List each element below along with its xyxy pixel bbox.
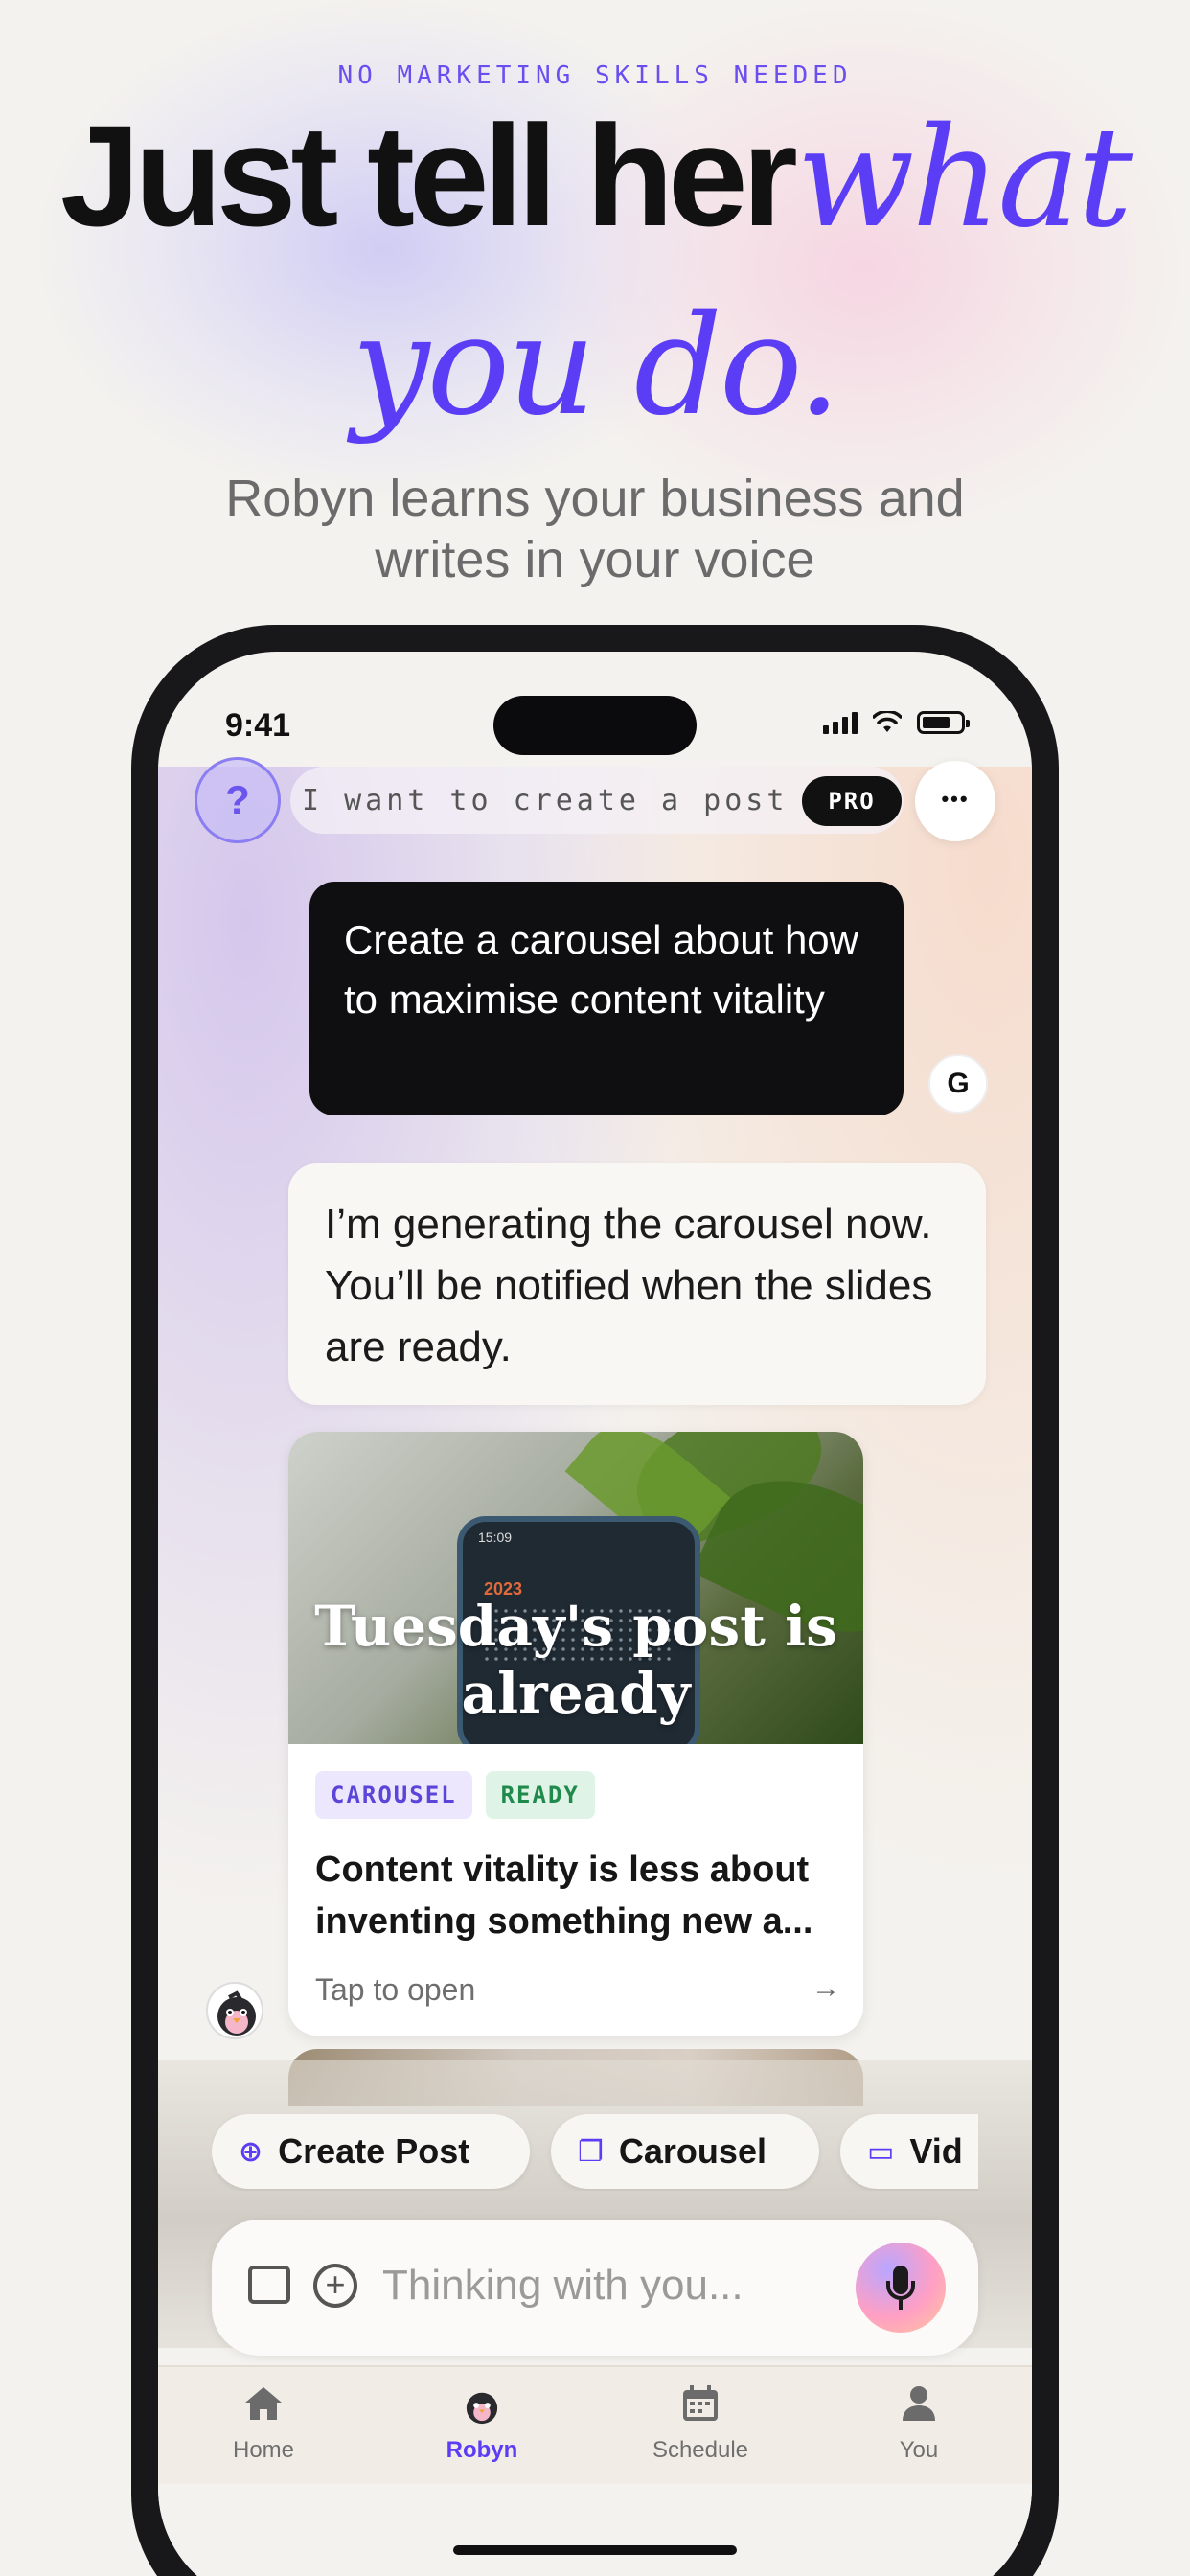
tab-bar: Home Robyn Schedule You	[158, 2365, 1032, 2484]
headline: Just tell her what you do.	[0, 104, 1190, 481]
assistant-message-bubble: I’m generating the carousel now. You’ll …	[288, 1163, 986, 1405]
video-label: Vid	[909, 2131, 963, 2171]
subhead-line-1: Robyn learns your business and	[225, 470, 965, 527]
tab-schedule[interactable]: Schedule	[605, 2384, 796, 2464]
user-avatar[interactable]: G	[928, 1054, 988, 1114]
carousel-icon: ❐	[578, 2135, 604, 2168]
voice-input-button[interactable]	[856, 2242, 946, 2333]
home-indicator	[453, 2545, 737, 2555]
headline-bold: Just tell her	[59, 95, 798, 256]
tap-to-open-label: Tap to open	[315, 1972, 476, 2007]
image-attach-icon[interactable]	[248, 2266, 290, 2304]
tab-home[interactable]: Home	[168, 2384, 359, 2464]
eyebrow-text: NO MARKETING SKILLS NEEDED	[337, 61, 853, 90]
carousel-preview-card[interactable]: 15:09 2023 Tuesday's post is already CAR…	[288, 1432, 863, 2036]
headline-italic-1: what	[796, 97, 1133, 258]
user-message-bubble: Create a carousel about how to maximise …	[309, 882, 904, 1116]
prompt-suggestion-pill[interactable]: I want to create a post … PRO	[290, 767, 904, 834]
plus-circle-icon: ⊕	[239, 2135, 263, 2168]
robyn-avatar	[206, 1982, 263, 2039]
home-icon	[245, 2387, 282, 2420]
add-attachment-icon[interactable]: +	[313, 2264, 357, 2308]
help-button[interactable]: ?	[195, 757, 281, 843]
chat-top-bar: ? I want to create a post … PRO •••	[195, 757, 995, 843]
person-icon	[903, 2386, 935, 2421]
headline-italic-2: you do.	[352, 285, 841, 446]
more-options-button[interactable]: •••	[915, 761, 995, 841]
calendar-icon	[683, 2385, 718, 2421]
composer-placeholder[interactable]: Thinking with you...	[382, 2262, 744, 2310]
pro-badge[interactable]: PRO	[802, 776, 902, 826]
carousel-chip[interactable]: ❐ Carousel	[551, 2114, 819, 2189]
video-icon: ▭	[867, 2135, 895, 2168]
arrow-right-icon: →	[812, 1972, 840, 2004]
phone-screen: 9:41 ? I want to create a post … PRO •••	[158, 652, 1032, 2576]
phone-frame: 9:41 ? I want to create a post … PRO •••	[131, 625, 1059, 2576]
tab-you[interactable]: You	[823, 2384, 1015, 2464]
status-time: 9:41	[225, 707, 291, 744]
cover-title: Tuesday's post is already	[314, 1594, 837, 1726]
wifi-icon	[873, 711, 902, 732]
carousel-label: Carousel	[618, 2131, 767, 2171]
ready-badge: READY	[485, 1771, 595, 1819]
card-badges: CAROUSEL READY	[315, 1771, 595, 1819]
video-chip[interactable]: ▭ Vid	[840, 2114, 978, 2189]
carousel-cover-image: 15:09 2023 Tuesday's post is already	[288, 1432, 863, 1744]
create-post-chip[interactable]: ⊕ Create Post	[212, 2114, 530, 2189]
cellular-signal-icon	[823, 711, 858, 734]
tab-home-label: Home	[232, 2437, 295, 2463]
status-icons	[823, 711, 970, 734]
battery-icon	[917, 711, 970, 734]
dynamic-island	[493, 696, 697, 755]
tab-robyn-label: Robyn	[446, 2437, 518, 2463]
create-post-label: Create Post	[278, 2131, 470, 2171]
robyn-avatar-icon	[466, 2392, 498, 2425]
tab-schedule-label: Schedule	[652, 2437, 749, 2463]
prompt-suggestion-text: I want to create a post …	[302, 784, 831, 817]
carousel-badge: CAROUSEL	[315, 1771, 472, 1819]
subhead-line-2: writes in your voice	[375, 531, 815, 588]
card-footer[interactable]: Tap to open →	[315, 1972, 840, 2008]
tab-robyn[interactable]: Robyn	[386, 2384, 578, 2464]
card-excerpt: Content vitality is less about inventing…	[315, 1850, 813, 1942]
subheadline: Robyn learns your business and writes in…	[0, 468, 1190, 590]
more-icon: •••	[941, 787, 970, 811]
tab-you-label: You	[899, 2437, 939, 2463]
quick-actions: ⊕ Create Post ❐ Carousel ▭ Vid	[212, 2114, 978, 2191]
message-composer[interactable]: + Thinking with you...	[212, 2220, 978, 2356]
